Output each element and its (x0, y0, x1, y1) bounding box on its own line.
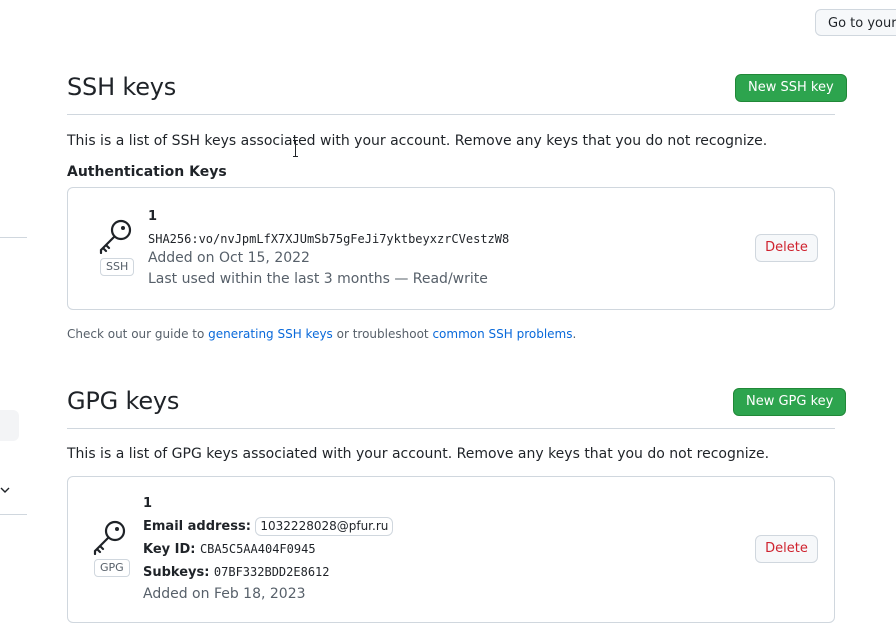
go-to-profile-button[interactable]: Go to your personal profile (815, 9, 896, 36)
gpg-key-title: 1 (143, 496, 153, 511)
help-suffix: . (572, 327, 577, 341)
authentication-keys-heading: Authentication Keys (67, 164, 227, 180)
subkeys-value: 07BF332BDD2E8612 (213, 565, 330, 579)
common-ssh-problems-link[interactable]: common SSH problems (432, 327, 572, 341)
gpg-key-card: GPG 1 Email address: 1032228028@pfur.ru … (67, 476, 835, 623)
gpg-key-id-row: Key ID: CBA5C5AA404F0945 (143, 541, 316, 557)
delete-gpg-key-button[interactable]: Delete (755, 535, 818, 563)
text-cursor-icon (293, 140, 298, 157)
key-id-label: Key ID: (143, 542, 196, 557)
generating-ssh-keys-link[interactable]: generating SSH keys (208, 327, 333, 341)
help-prefix: Check out our guide to (67, 327, 209, 341)
new-gpg-key-button[interactable]: New GPG key (733, 388, 847, 416)
sidebar-divider (0, 514, 27, 515)
ssh-description: This is a list of SSH keys associated wi… (67, 133, 768, 149)
ssh-key-fingerprint: SHA256:vo/nvJpmLfX7XJUmSb75gFeJi7yktbeyx… (148, 232, 510, 246)
email-value: 1032228028@pfur.ru (255, 517, 394, 536)
ssh-key-title: 1 (148, 209, 158, 224)
delete-ssh-key-button[interactable]: Delete (755, 234, 818, 262)
ssh-key-card: SSH 1 SHA256:vo/nvJpmLfX7XJUmSb75gFeJi7y… (67, 187, 835, 310)
divider (67, 114, 835, 115)
ssh-key-last-used: Last used within the last 3 months — Rea… (148, 271, 488, 287)
ssh-key-added-date: Added on Oct 15, 2022 (148, 250, 310, 266)
divider (67, 428, 835, 429)
sidebar-item-active[interactable] (0, 410, 19, 441)
email-label: Email address: (143, 519, 251, 534)
chevron-down-icon[interactable] (0, 485, 10, 495)
gpg-key-added-date: Added on Feb 18, 2023 (143, 586, 306, 602)
ssh-help-text: Check out our guide to generating SSH ke… (67, 327, 576, 341)
key-icon (93, 520, 126, 555)
ssh-keys-title: SSH keys (67, 73, 177, 101)
gpg-email-row: Email address: 1032228028@pfur.ru (143, 517, 394, 536)
key-icon (99, 219, 132, 254)
new-ssh-key-button[interactable]: New SSH key (735, 74, 847, 102)
gpg-description: This is a list of GPG keys associated wi… (67, 446, 770, 462)
subkeys-label: Subkeys: (143, 565, 210, 580)
sidebar-divider (0, 237, 27, 238)
gpg-type-badge: GPG (94, 559, 130, 577)
gpg-subkeys-row: Subkeys: 07BF332BDD2E8612 (143, 564, 330, 580)
gpg-keys-title: GPG keys (67, 387, 180, 415)
key-id-value: CBA5C5AA404F0945 (199, 542, 316, 556)
help-middle: or troubleshoot (332, 327, 433, 341)
ssh-type-badge: SSH (100, 258, 135, 276)
